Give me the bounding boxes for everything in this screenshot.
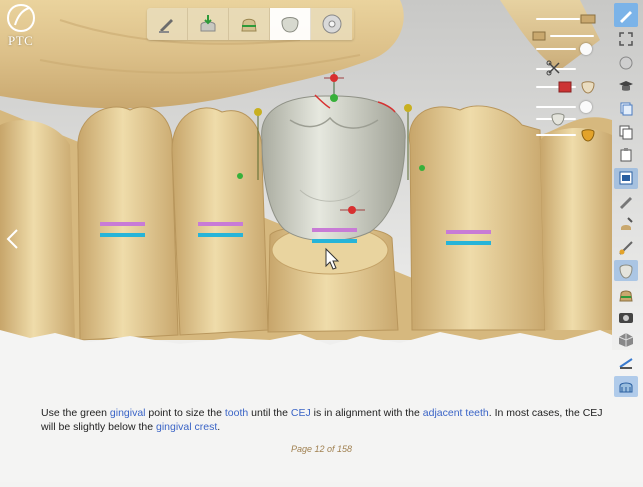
sidebar-copy-button[interactable] [614, 98, 638, 119]
caption-term: tooth [224, 407, 249, 419]
slider-knob[interactable] [580, 43, 592, 55]
sidebar-sculpt-button[interactable] [614, 191, 638, 212]
caption-term: adjacent teeth [422, 407, 489, 419]
tool-toolbar [147, 8, 354, 40]
slider-8[interactable] [536, 128, 598, 142]
layer-2-icon [532, 31, 546, 41]
slider-2[interactable] [532, 29, 598, 43]
page-indicator: Page 12 of 158 [290, 444, 353, 454]
caption-term: CEJ [290, 407, 311, 419]
sidebar-brush-button[interactable] [614, 3, 638, 27]
slider-3[interactable] [536, 42, 598, 56]
sidebar-model-button[interactable] [614, 375, 638, 397]
margin-tool-button[interactable] [188, 8, 229, 40]
slider-5[interactable] [536, 80, 598, 94]
sidebar-expand-button[interactable] [614, 29, 638, 50]
caption-text: is in alignment with the [310, 407, 423, 419]
chevron-left-icon [6, 229, 18, 249]
sidebar-view-button[interactable] [614, 167, 638, 189]
right-tool-sidebar [612, 3, 640, 399]
carve-icon [621, 217, 633, 231]
cube-icon [618, 333, 634, 348]
duplicate-icon [619, 125, 633, 140]
die-icon [619, 290, 633, 302]
previous-page-arrow[interactable] [5, 228, 21, 250]
disc-icon [322, 14, 341, 34]
sidebar-sphere-button[interactable] [614, 52, 638, 73]
crown-tool-icon [281, 17, 299, 33]
paste-icon [620, 148, 632, 162]
tooth-shade-icon [581, 81, 595, 94]
copy-icon [620, 102, 633, 116]
caption-text: Use the green [41, 407, 110, 419]
margin-tool-icon [200, 15, 216, 32]
sidebar-paste-button[interactable] [614, 145, 638, 166]
expand-icon [619, 32, 633, 47]
sidebar-measure-button[interactable] [614, 353, 638, 374]
slider-1[interactable] [536, 12, 598, 26]
ptc-logo: PTC [3, 3, 39, 48]
model-icon [619, 382, 633, 393]
sculpt-icon [620, 197, 632, 210]
slider-track [536, 106, 576, 108]
crown-icon [619, 264, 633, 279]
slider-track [536, 18, 580, 20]
crown-tool-button[interactable] [270, 8, 311, 40]
view-panel-icon [619, 171, 633, 185]
slider-7[interactable] [536, 112, 598, 126]
paintbrush-icon [620, 10, 632, 23]
prep-tool-button[interactable] [229, 8, 270, 40]
wax-knife-icon [619, 240, 633, 255]
sidebar-camera-button[interactable] [614, 307, 638, 328]
sidebar-wax-button[interactable] [614, 237, 638, 258]
caption-text: . [217, 421, 221, 433]
slider-4[interactable] [536, 60, 598, 76]
sidebar-die-button[interactable] [614, 283, 638, 304]
prep-tool-icon [241, 18, 257, 32]
sidebar-cube-button[interactable] [614, 330, 638, 351]
scissors-icon [546, 60, 560, 76]
caption-term: gingival [109, 407, 146, 419]
sidebar-education-button[interactable] [614, 75, 638, 96]
layer-1-icon [580, 14, 596, 24]
red-shade-icon [558, 81, 572, 93]
logo-text: PTC [8, 33, 34, 48]
brush-icon [159, 19, 173, 33]
caption-text: point to size the [145, 407, 225, 419]
sidebar-crown-button[interactable] [614, 260, 638, 282]
measure-icon [619, 358, 633, 370]
gold-shade-icon [581, 129, 595, 142]
brush-tool-button[interactable] [147, 8, 188, 40]
graduation-cap-icon [619, 80, 633, 91]
slider-track [550, 35, 594, 37]
disc-tool-button[interactable] [311, 8, 352, 40]
sidebar-duplicate-button[interactable] [614, 122, 638, 143]
sphere-icon [619, 56, 633, 70]
slider-track [536, 134, 576, 136]
camera-icon [619, 312, 633, 323]
instruction-caption: Use the green gingival point to size the… [41, 406, 611, 434]
sidebar-carve-button[interactable] [614, 214, 638, 235]
caption-text: until the [248, 407, 291, 419]
ptc-logo-icon [6, 3, 36, 33]
caption-term: gingival crest [155, 421, 218, 433]
slider-track [536, 48, 576, 50]
crown-shade-icon [551, 113, 565, 126]
